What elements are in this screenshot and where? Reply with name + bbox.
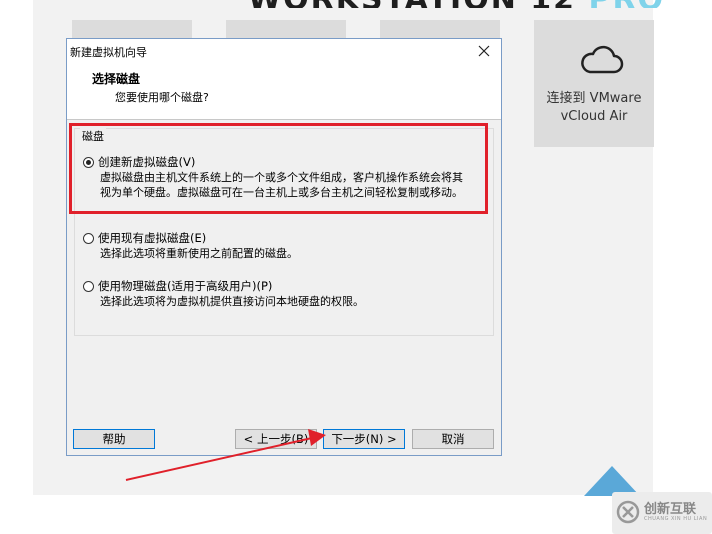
annotation-arrow [125, 429, 326, 481]
watermark-text: 创新互联 [644, 502, 697, 517]
watermark-subtext: CHUANG XIN HU LIAN [644, 516, 708, 522]
watermark-x-icon [616, 500, 640, 524]
watermark-logo: 创新互联 CHUANG XIN HU LIAN [612, 492, 712, 534]
